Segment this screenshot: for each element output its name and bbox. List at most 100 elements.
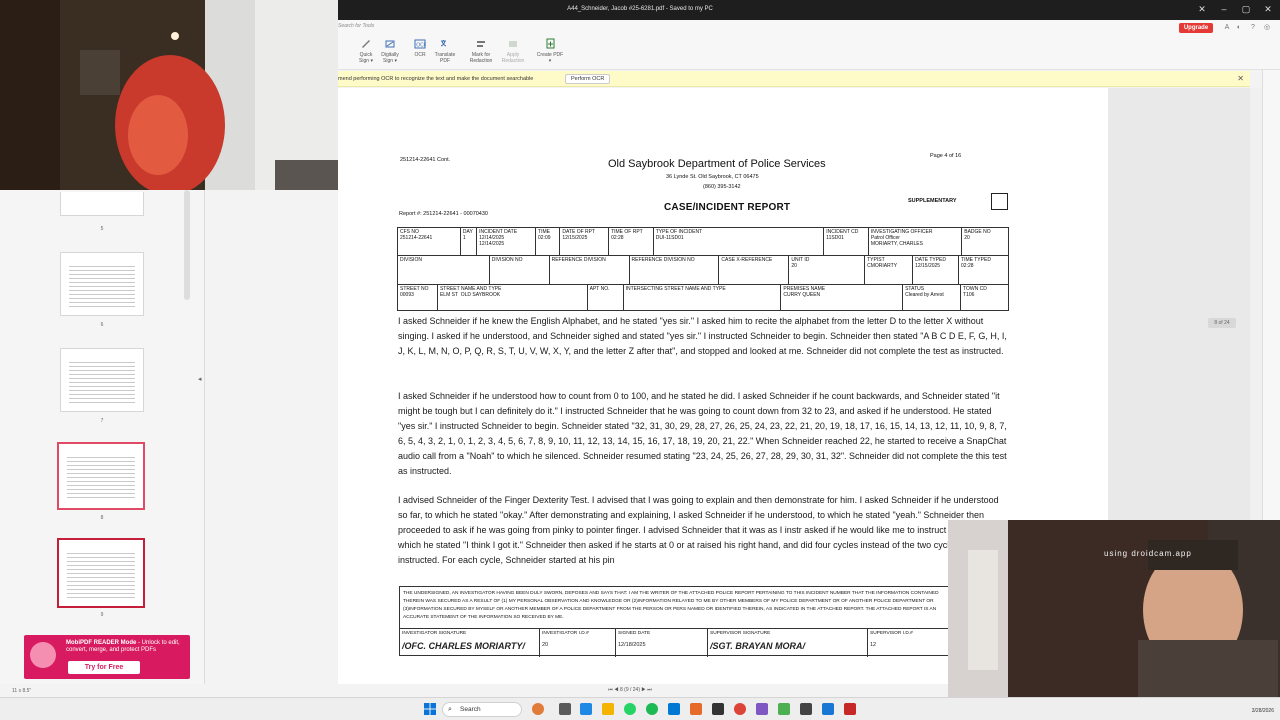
thumbnail-sidebar: 5 6 7 8 9 ◂ bbox=[0, 190, 205, 684]
department-phone: (860) 395-3142 bbox=[703, 184, 741, 190]
supplementary-checkbox bbox=[991, 193, 1008, 210]
close-banner-icon[interactable]: ✕ bbox=[1237, 74, 1244, 83]
tool-label: Translate PDF bbox=[434, 52, 456, 64]
try-for-free-button[interactable]: Try for Free bbox=[68, 661, 140, 674]
case-id-cont: 251214-22641 Cont. bbox=[400, 157, 451, 163]
brave-icon[interactable] bbox=[690, 703, 702, 715]
report-number: Report #: 251214-22641 - 00070430 bbox=[399, 211, 488, 217]
unit-id-cell: UNIT ID 20 bbox=[788, 255, 866, 285]
maximize-button[interactable]: ▢ bbox=[1235, 2, 1257, 16]
page-thumbnail[interactable] bbox=[60, 252, 144, 316]
apply-redaction-button[interactable]: Apply Redaction bbox=[497, 38, 529, 64]
page-thumbnail[interactable] bbox=[60, 192, 144, 216]
create-pdf-icon bbox=[546, 38, 555, 49]
page-size-label: 11 x 8.5" bbox=[12, 688, 32, 694]
page-thumbnail-current[interactable] bbox=[57, 538, 145, 608]
taskbar-search[interactable]: ⌕ Search bbox=[442, 702, 522, 717]
location-table: STREET NO 00093 STREET NAME AND TYPE ELM… bbox=[397, 284, 1009, 311]
help-icon[interactable]: ? bbox=[1248, 23, 1258, 33]
translate-pdf-button[interactable]: Translate PDF bbox=[429, 38, 461, 64]
date-typed-cell: DATE TYPED 12/15/2025 bbox=[912, 255, 960, 285]
start-button[interactable] bbox=[424, 702, 436, 715]
search-icon: ⌕ bbox=[448, 706, 452, 713]
department-name: Old Saybrook Department of Police Servic… bbox=[608, 158, 826, 170]
webcam-feed-main bbox=[0, 0, 338, 190]
intersecting-street-cell: INTERSECTING STREET NAME AND TYPE bbox=[622, 284, 782, 311]
narrative-paragraph: I asked Schneider if he understood how t… bbox=[398, 391, 1007, 476]
thumbnail-page-number: 6 bbox=[100, 322, 104, 328]
division-table: DIVISION DIVISION NO REFERENCE DIVISION … bbox=[397, 255, 1009, 285]
signature-label: SUPERVISOR SIGNATURE bbox=[710, 631, 771, 636]
page-navigation[interactable]: ⏮ ◀ 8 (9 / 24) ▶ ⏭ bbox=[580, 685, 680, 695]
digital-sign-icon bbox=[385, 40, 395, 48]
supervisor-signature: /SGT. BRAYAN MORA/ bbox=[710, 641, 805, 651]
report-title: CASE/INCIDENT REPORT bbox=[664, 202, 791, 213]
day-cell: DAY 1 bbox=[459, 227, 478, 256]
edge-icon[interactable] bbox=[580, 703, 592, 715]
reader-mode-promo: MobiPDF READER Mode - Unlock to edit, co… bbox=[24, 635, 190, 679]
signed-date-cell: SIGNED DATE 12/18/2025 bbox=[616, 629, 708, 657]
windows-logo-icon bbox=[424, 703, 436, 715]
digitally-sign-button[interactable]: Digitally Sign ▾ bbox=[374, 38, 406, 64]
investigating-officer-cell: INVESTIGATING OFFICER Patrol Officer MOR… bbox=[867, 227, 963, 256]
typist-cell: TYPIST CMORIARTY bbox=[864, 255, 914, 285]
file-explorer-icon[interactable] bbox=[602, 703, 614, 715]
weather-widget-icon[interactable] bbox=[532, 703, 544, 715]
thumbnail-page-number: 8 bbox=[100, 515, 104, 521]
chrome-icon[interactable] bbox=[734, 703, 746, 715]
translate-icon bbox=[440, 40, 447, 47]
task-view-icon[interactable] bbox=[559, 703, 571, 715]
tool-search-input[interactable]: Search for Tools bbox=[338, 23, 384, 33]
thumbnail-list[interactable]: 5 6 7 8 9 bbox=[0, 190, 193, 684]
close-button[interactable]: ✕ bbox=[1257, 2, 1279, 16]
incident-cd-cell: INCIDENT CD 11SD01 bbox=[823, 227, 869, 256]
signature-label: INVESTIGATOR I.D.# bbox=[542, 631, 589, 636]
signature-label: SUPERVISOR I.D.# bbox=[870, 631, 913, 636]
cfs-no-cell: CFS NO 251214-22641 bbox=[397, 227, 461, 256]
obs-icon[interactable] bbox=[800, 703, 812, 715]
mobipdf-logo-icon bbox=[30, 642, 56, 668]
minimize-button[interactable]: – bbox=[1213, 2, 1235, 16]
perform-ocr-button[interactable]: Perform OCR bbox=[565, 74, 611, 84]
reference-division-cell: REFERENCE DIVISION bbox=[548, 255, 630, 285]
supplementary-label: SUPPLEMENTARY bbox=[908, 198, 957, 204]
page-thumbnail[interactable] bbox=[60, 348, 144, 412]
mobipdf-icon[interactable] bbox=[844, 703, 856, 715]
certification-text: THE UNDERSIGNED, AN INVESTIGATOR HAVING … bbox=[403, 591, 939, 620]
vscode-icon[interactable] bbox=[668, 703, 680, 715]
department-address: 36 Lynde St. Old Saybrook, CT 06475 bbox=[666, 174, 759, 180]
create-pdf-button[interactable]: Create PDF ▾ bbox=[534, 38, 566, 64]
spotify-icon[interactable] bbox=[646, 703, 658, 715]
division-cell: DIVISION bbox=[397, 255, 490, 285]
street-name-cell: STREET NAME AND TYPE ELM ST OLD SAYBROOK bbox=[436, 284, 588, 311]
street-no-cell: STREET NO 00093 bbox=[397, 284, 438, 311]
page-thumbnail-selected[interactable] bbox=[57, 442, 145, 510]
signature-row: INVESTIGATOR SIGNATURE /OFC. CHARLES MOR… bbox=[400, 628, 948, 657]
ocr-banner: mend performing OCR to recognize the tex… bbox=[338, 71, 1250, 87]
tool-label: Mark for Redaction bbox=[469, 52, 493, 64]
share-icon[interactable]: ◐ bbox=[1234, 23, 1244, 33]
thumbnail-scrollbar[interactable] bbox=[184, 190, 190, 300]
certification-box: THE UNDERSIGNED, AN INVESTIGATOR HAVING … bbox=[399, 586, 949, 657]
ocr-message: mend performing OCR to recognize the tex… bbox=[338, 76, 534, 82]
investigator-signature: /OFC. CHARLES MORIARTY/ bbox=[402, 641, 525, 651]
app-icon[interactable] bbox=[756, 703, 768, 715]
signature-label: SIGNED DATE bbox=[618, 631, 651, 636]
collapse-sidebar-icon[interactable]: ◂ bbox=[198, 375, 202, 383]
translate-quick-icon[interactable]: A bbox=[1222, 23, 1232, 33]
account-icon[interactable]: ◎ bbox=[1262, 23, 1272, 33]
capcut-icon[interactable] bbox=[712, 703, 724, 715]
document-app-icon[interactable] bbox=[822, 703, 834, 715]
tool-label: Create PDF ▾ bbox=[536, 52, 564, 64]
quick-sign-icon bbox=[362, 40, 370, 48]
time-typed-cell: TIME TYPED 02:28 bbox=[958, 255, 1009, 285]
investigator-id-cell: INVESTIGATOR I.D.# 20 bbox=[540, 629, 616, 657]
whatsapp-icon[interactable] bbox=[624, 703, 636, 715]
chatgpt-icon[interactable] bbox=[778, 703, 790, 715]
narrative-paragraph: I asked Schneider if he knew the English… bbox=[398, 316, 1007, 356]
mark-redaction-button[interactable]: Mark for Redaction bbox=[465, 38, 497, 64]
upgrade-button[interactable]: Upgrade bbox=[1179, 23, 1213, 33]
close-tab-icon[interactable]: ✕ bbox=[1191, 2, 1213, 16]
premises-name-cell: PREMISES NAME CURRY QUEEN bbox=[780, 284, 904, 311]
promo-text: MobiPDF READER Mode - Unlock to edit, co… bbox=[66, 640, 190, 654]
